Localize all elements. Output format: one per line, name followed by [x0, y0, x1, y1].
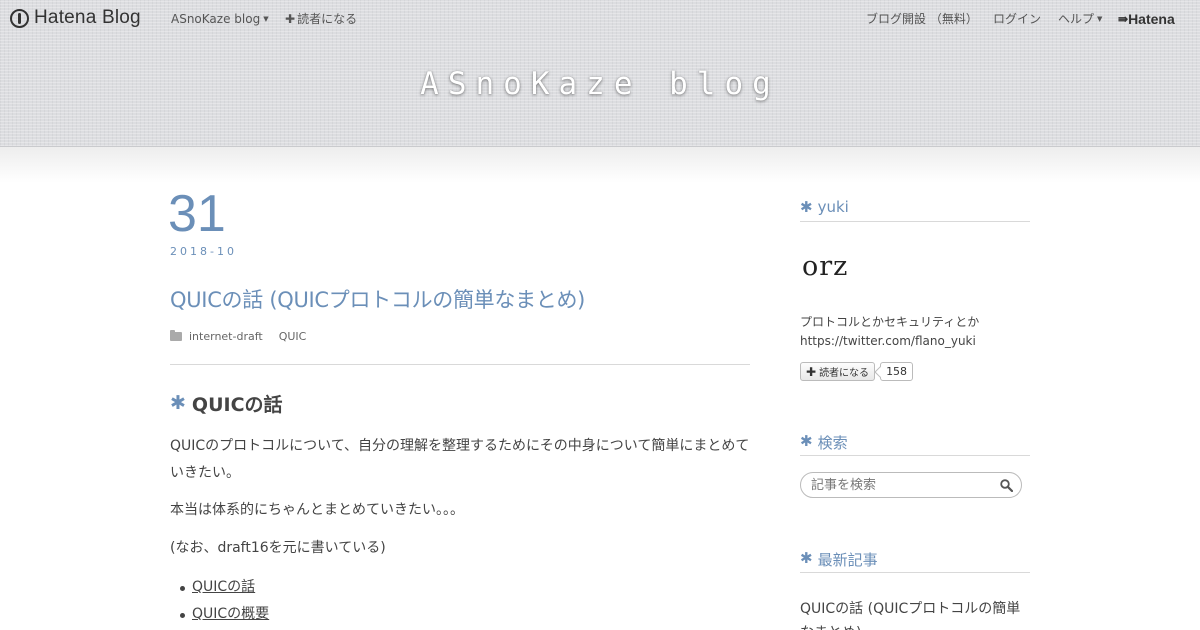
blog-menu-dropdown[interactable]: ASnoKaze blog ▼ [171, 11, 269, 27]
hatena-logo[interactable]: ⇛ Hatena [1118, 10, 1175, 28]
help-dropdown[interactable]: ヘルプ ▼ [1058, 11, 1102, 27]
entry-divider [170, 364, 750, 365]
magnifier-icon[interactable] [1000, 479, 1013, 492]
subscribe-widget: ✚ 読者になる 158 [800, 362, 914, 381]
caret-down-icon: ▼ [263, 15, 269, 23]
blog-menu-label: ASnoKaze blog [171, 12, 261, 26]
asterisk-icon: ✱ [800, 198, 813, 216]
recent-title: 最新記事 [817, 551, 878, 569]
toc-link[interactable]: QUICの概要 [192, 606, 269, 622]
section-heading-text: QUICの話 [191, 393, 283, 416]
logo-text: Hatena Blog [34, 7, 141, 28]
hatena-label: Hatena [1128, 11, 1175, 27]
profile-twitter-link[interactable]: https://twitter.com/flano_yuki [800, 332, 1030, 351]
entry-paragraph: (なお、draft16を元に書いている) [170, 540, 386, 556]
caret-down-icon: ▼ [1097, 15, 1103, 23]
category-link[interactable]: QUIC [279, 330, 307, 343]
search-form [800, 472, 1022, 498]
nav-subscribe-label: 読者になる [297, 12, 358, 26]
entry-title[interactable]: QUICの話 (QUICプロトコルの簡単なまとめ) [170, 286, 750, 314]
blog-title[interactable]: ASnoKaze blog [0, 66, 1200, 102]
subscribe-button[interactable]: ✚ 読者になる [800, 362, 876, 381]
recent-module-title: ✱ 最新記事 [800, 549, 1030, 573]
open-blog-label: ブログ開設 （無料） [866, 12, 978, 26]
category-link[interactable]: internet-draft [189, 330, 263, 343]
asterisk-icon: ✱ [800, 549, 813, 567]
table-of-contents: QUICの話 QUICの概要 [179, 574, 269, 628]
nav-subscribe-link[interactable]: ✚ 読者になる [285, 11, 357, 27]
asterisk-icon: ✱ [170, 392, 186, 414]
subscribe-button-label: 読者になる [819, 368, 870, 379]
profile-description: プロトコルとかセキュリティとか https://twitter.com/flan… [800, 313, 1030, 351]
help-label: ヘルプ [1058, 12, 1095, 26]
hatena-pen-icon [10, 8, 29, 28]
login-label: ログイン [993, 12, 1042, 26]
profile-module-title: ✱ yuki [800, 198, 1030, 222]
entry-date-day[interactable]: 31 [168, 184, 226, 244]
entry-paragraph: 本当は体系的にちゃんとまとめていきたい。。。 [170, 502, 464, 518]
section-heading: ✱ QUICの話 [170, 390, 283, 416]
global-nav: Hatena Blog ASnoKaze blog ▼ ✚ 読者になる ブログ開設 … [0, 0, 1200, 36]
plus-icon: ✚ [806, 364, 817, 379]
login-link[interactable]: ログイン [993, 11, 1041, 27]
header-shadow [0, 147, 1200, 183]
toc-link[interactable]: QUICの話 [192, 579, 255, 595]
asterisk-icon: ✱ [800, 432, 813, 450]
profile-name[interactable]: yuki [818, 198, 849, 216]
hatena-blog-logo[interactable]: Hatena Blog [10, 7, 141, 29]
open-blog-link[interactable]: ブログ開設 （無料） [866, 11, 978, 27]
avatar[interactable]: orz [802, 250, 882, 284]
folder-icon [170, 329, 182, 341]
recent-entry-link[interactable]: QUICの話 (QUICプロトコルの簡単なまとめ) [800, 597, 1030, 630]
entry-paragraph: QUICのプロトコルについて、自分の理解を整理するためにその中身について簡単にま… [170, 438, 750, 481]
profile-line: プロトコルとかセキュリティとか [800, 315, 980, 329]
search-title: 検索 [817, 434, 848, 452]
toc-item: QUICの話 [179, 574, 269, 601]
entry-date-year-month[interactable]: 2018-10 [170, 245, 237, 258]
search-input[interactable] [811, 476, 991, 494]
search-module-title: ✱ 検索 [800, 432, 1030, 456]
subscriber-count[interactable]: 158 [880, 362, 914, 381]
plus-icon: ✚ [285, 12, 296, 26]
hatena-mark-icon: ⇛ [1118, 12, 1128, 26]
entry-categories: internet-draft QUIC [170, 328, 316, 344]
toc-item: QUICの概要 [179, 601, 269, 628]
